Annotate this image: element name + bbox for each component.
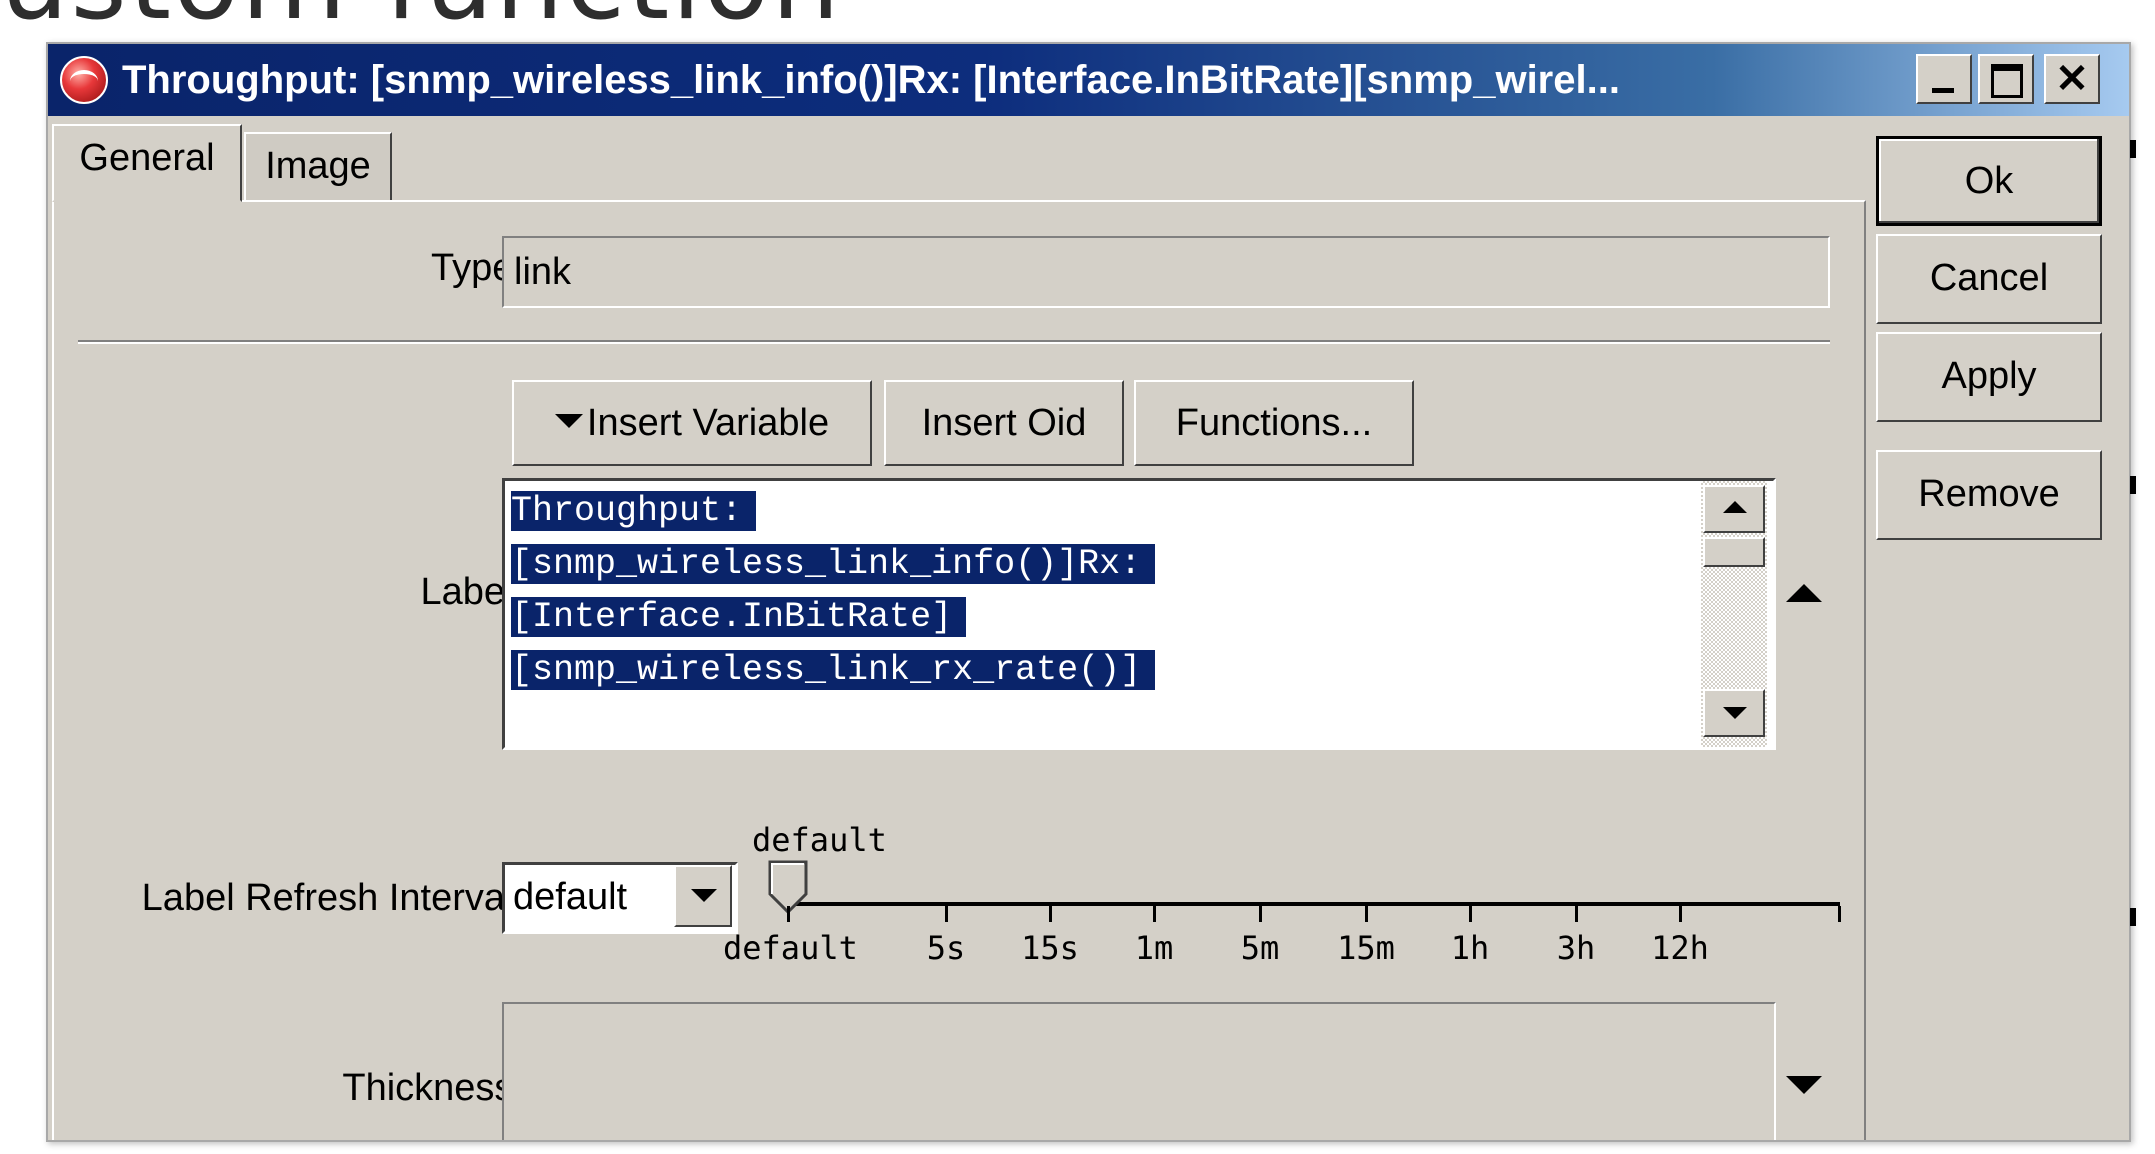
vertical-scrollbar[interactable]: [1701, 481, 1767, 747]
page-edge-mark: [2130, 140, 2136, 158]
label-line: [snmp_wireless_link_info()]Rx:: [511, 544, 1156, 584]
slider-tick-label: 5s: [926, 929, 966, 967]
type-field: link: [502, 236, 1830, 308]
insert-oid-button[interactable]: Insert Oid: [884, 380, 1124, 466]
functions-button[interactable]: Functions...: [1134, 380, 1414, 466]
thickness-label: Thickness:: [342, 1067, 524, 1109]
label-line: [snmp_wireless_link_rx_rate()]: [511, 650, 1156, 690]
slider-tick-label: 1h: [1450, 929, 1490, 967]
remove-button[interactable]: Remove: [1876, 450, 2102, 540]
slider-tick: [1469, 906, 1472, 922]
tab-image[interactable]: Image: [244, 132, 392, 202]
page-edge-mark: [2130, 908, 2136, 926]
label-line: [Interface.InBitRate]: [511, 597, 967, 637]
tab-general[interactable]: General: [52, 124, 242, 202]
properties-dialog: Throughput: [snmp_wireless_link_info()]R…: [46, 42, 2131, 1142]
chevron-down-icon[interactable]: [674, 865, 732, 927]
insert-variable-label: Insert Variable: [586, 402, 830, 444]
slider-tick: [1259, 906, 1262, 922]
slider-tick-label: default: [723, 929, 858, 967]
slider-tick-label: 15s: [1021, 929, 1079, 967]
thickness-field[interactable]: [502, 1002, 1776, 1140]
scroll-thumb[interactable]: [1703, 537, 1765, 567]
maximize-button[interactable]: [1978, 54, 2034, 104]
slider-tick: [1365, 906, 1368, 922]
ok-button[interactable]: Ok: [1876, 136, 2102, 226]
apply-button[interactable]: Apply: [1876, 332, 2102, 422]
page-edge-mark: [2130, 476, 2136, 494]
slider-tick-label: 1m: [1134, 929, 1174, 967]
close-button[interactable]: ✕: [2044, 54, 2100, 104]
app-icon: [60, 56, 108, 104]
background-heading-fragment: ustom function: [0, 0, 1300, 42]
slider-tick: [1049, 906, 1052, 922]
minimize-button[interactable]: [1916, 54, 1972, 104]
chevron-down-icon[interactable]: [1786, 1076, 1822, 1094]
close-icon: ✕: [2055, 57, 2089, 101]
type-label: Type:: [431, 247, 524, 289]
slider-tick: [1679, 906, 1682, 922]
label-text[interactable]: Throughput: [snmp_wireless_link_info()]R…: [511, 485, 1681, 745]
slider-tick-label: 3h: [1556, 929, 1596, 967]
slider-tick-label: 5m: [1240, 929, 1280, 967]
window-title: Throughput: [snmp_wireless_link_info()]R…: [122, 58, 1620, 102]
insert-variable-button[interactable]: Insert Variable: [512, 380, 872, 466]
slider-tick-label: 12h: [1651, 929, 1709, 967]
title-bar[interactable]: Throughput: [snmp_wireless_link_info()]R…: [48, 44, 2129, 116]
dropdown-arrow-icon: [554, 413, 583, 428]
collapse-up-icon[interactable]: [1786, 584, 1822, 602]
label-line: Throughput:: [511, 491, 757, 531]
slider-value-label: default: [752, 821, 887, 859]
slider-tick: [787, 906, 790, 922]
slider-tick: [1575, 906, 1578, 922]
slider-tick: [1153, 906, 1156, 922]
cancel-button[interactable]: Cancel: [1876, 234, 2102, 324]
slider-tick: [945, 906, 948, 922]
scroll-down-icon[interactable]: [1703, 689, 1765, 737]
divider: [78, 340, 1830, 344]
label-label: Label:: [420, 571, 524, 613]
slider-tick-label: 15m: [1337, 929, 1395, 967]
refresh-interval-label: Label Refresh Interval:: [141, 877, 524, 919]
scroll-up-icon[interactable]: [1703, 485, 1765, 533]
label-textarea[interactable]: Throughput: [snmp_wireless_link_info()]R…: [502, 478, 1776, 750]
slider-tick: [1838, 906, 1841, 922]
